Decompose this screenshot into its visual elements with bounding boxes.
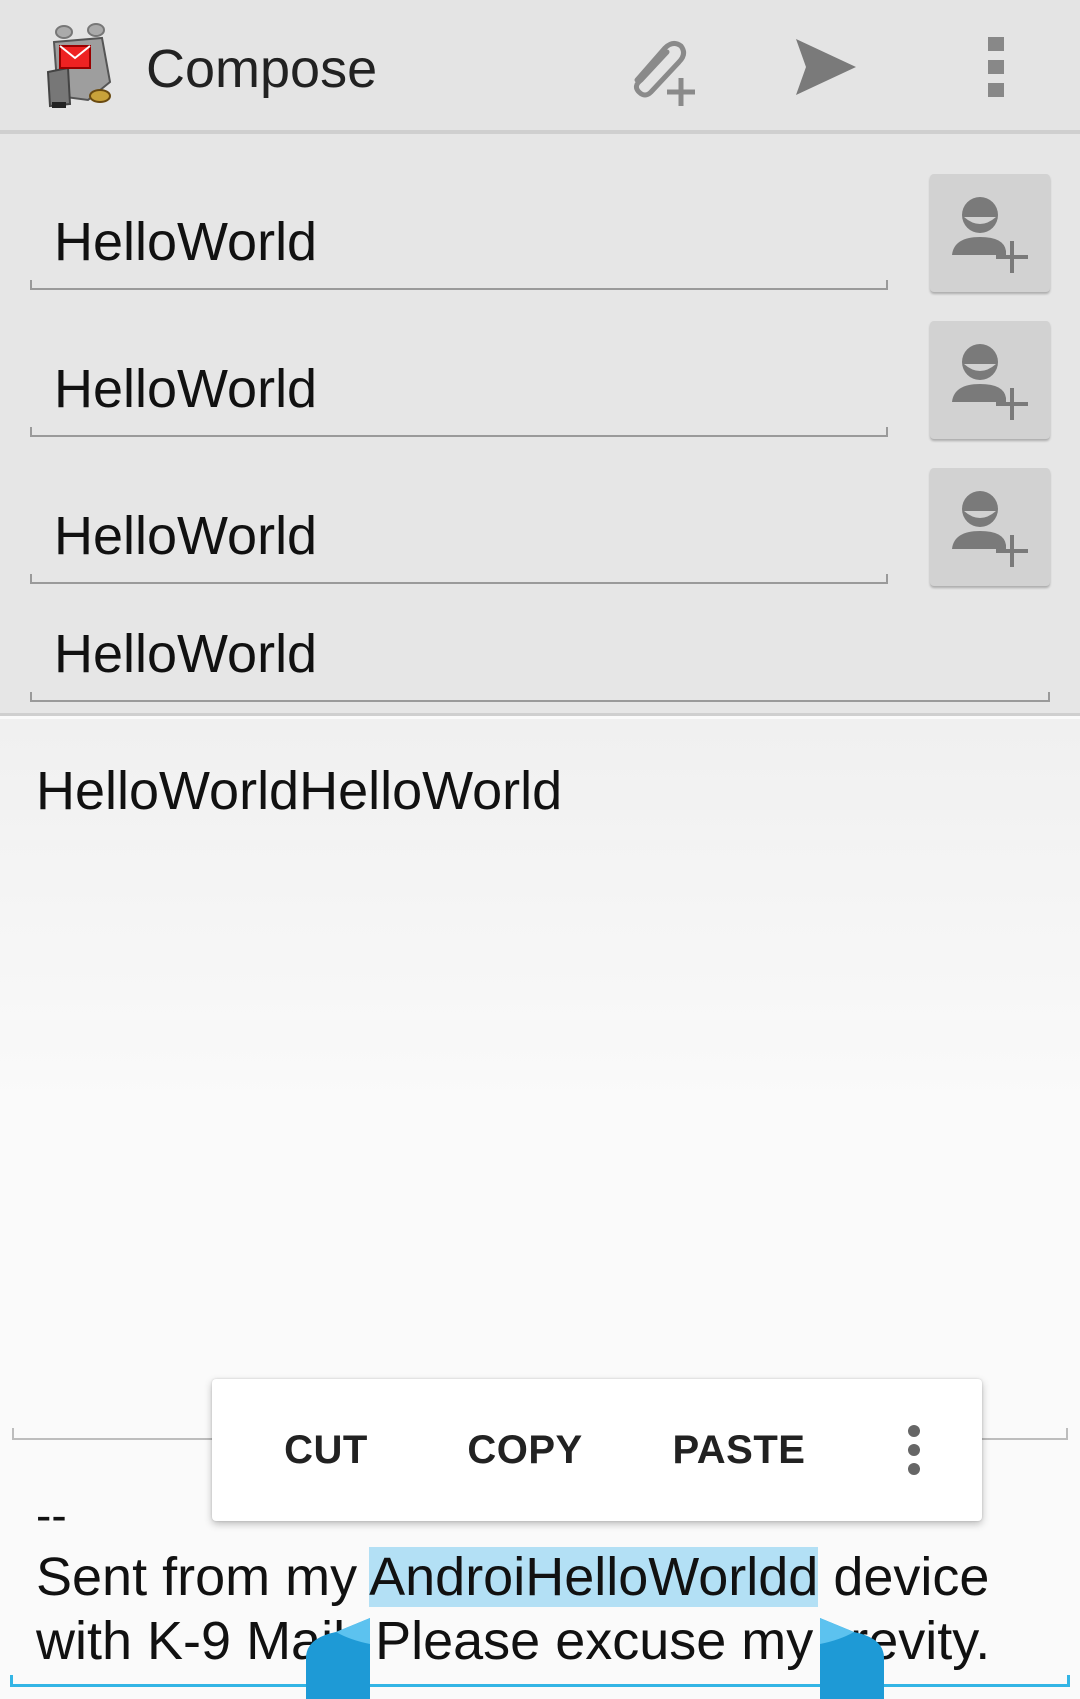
subject-field-value: HelloWorld	[54, 624, 318, 684]
cc-field-value: HelloWorld	[54, 359, 318, 419]
add-cc-contact-button[interactable]	[930, 321, 1050, 439]
text-selection-toolbar: CUT COPY PASTE	[212, 1379, 982, 1521]
cut-button[interactable]: CUT	[252, 1379, 400, 1521]
cc-field[interactable]: HelloWorld	[30, 359, 888, 437]
add-contact-icon	[952, 491, 1028, 567]
to-field[interactable]: HelloWorld	[30, 212, 888, 290]
send-icon	[796, 39, 856, 95]
toolbar-overflow-button[interactable]	[878, 1379, 950, 1521]
attach-icon	[633, 40, 695, 106]
message-body-text: HelloWorldHelloWorld	[36, 761, 563, 821]
compose-header: HelloWorld HelloWorld HelloWorld HelloWo…	[0, 134, 1080, 716]
selection-handle-end[interactable]	[820, 1618, 884, 1699]
add-contact-icon	[952, 197, 1028, 273]
selected-text: AndroiHelloWorldd	[369, 1547, 819, 1607]
more-vertical-icon	[908, 1425, 920, 1475]
attach-button[interactable]	[600, 0, 720, 134]
add-contact-icon	[952, 344, 1028, 420]
app-title: Compose	[146, 39, 378, 99]
action-bar: Compose	[0, 0, 1080, 134]
selection-handle-start[interactable]	[306, 1618, 370, 1699]
signature-dash: --	[36, 1489, 67, 1541]
to-field-value: HelloWorld	[54, 212, 318, 272]
add-bcc-contact-button[interactable]	[930, 468, 1050, 586]
subject-field[interactable]: HelloWorld	[30, 624, 1050, 702]
overflow-menu-icon	[988, 37, 1004, 97]
signature-text: device	[818, 1547, 990, 1607]
signature-field-underline	[10, 1675, 1070, 1687]
signature-text: Sent from my	[36, 1547, 370, 1607]
signature-text: with K-9 Mail	[36, 1611, 346, 1671]
send-button[interactable]	[766, 0, 886, 134]
overflow-menu-button[interactable]	[936, 0, 1056, 134]
signature-line-1[interactable]: Sent from my AndroiHelloWorldd device	[36, 1546, 989, 1608]
signature-text: Please excuse my	[375, 1611, 829, 1671]
bcc-field-value: HelloWorld	[54, 506, 318, 566]
k9-mail-app-icon[interactable]	[44, 22, 124, 112]
copy-button[interactable]: COPY	[440, 1379, 610, 1521]
bcc-field[interactable]: HelloWorld	[30, 506, 888, 584]
paste-button[interactable]: PASTE	[649, 1379, 829, 1521]
add-to-contact-button[interactable]	[930, 174, 1050, 292]
